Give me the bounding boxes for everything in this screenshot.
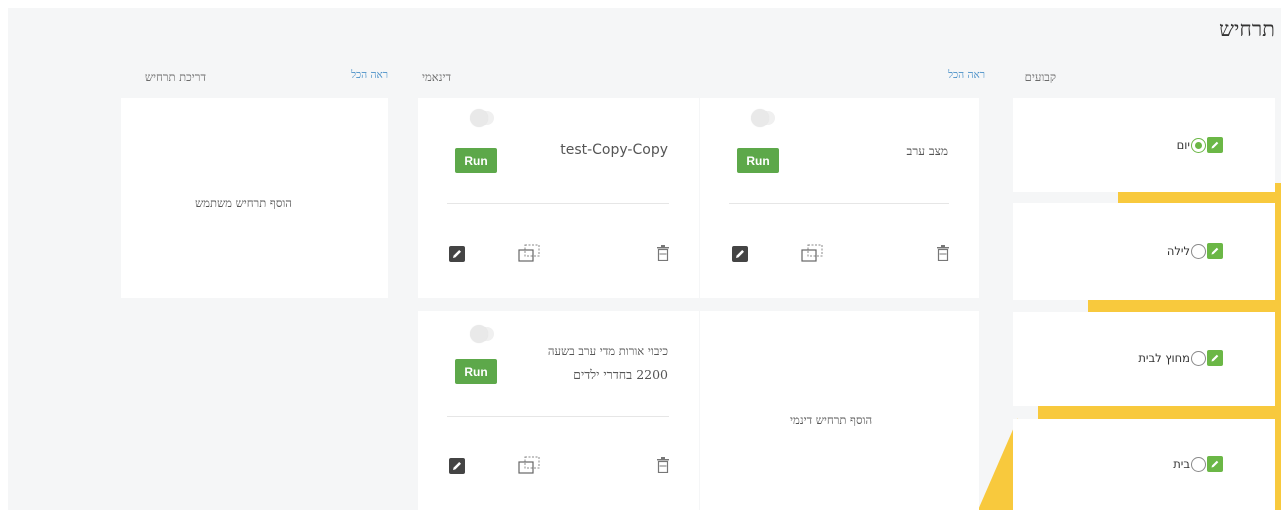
card-divider: [729, 203, 949, 204]
fixed-scene-row-home: בית: [1173, 456, 1223, 472]
fixed-scene-card-home[interactable]: בית: [1013, 419, 1275, 510]
fixed-scene-row-away: מחוץ לבית: [1138, 350, 1223, 366]
scene-name: test-Copy-Copy: [560, 142, 668, 158]
trash-icon[interactable]: [654, 456, 672, 474]
dynamic-scene-card-evening: Run מצב ערב: [700, 98, 979, 298]
fixed-scene-card-night[interactable]: לילה: [1013, 203, 1275, 300]
duplicate-icon[interactable]: [518, 455, 542, 475]
scene-name-line2: 2200 בחדרי ילדים: [573, 367, 668, 382]
radio-icon[interactable]: [1191, 456, 1206, 472]
see-all-link-dynamic[interactable]: ראה הכל: [351, 69, 388, 81]
edit-pencil-icon[interactable]: [731, 245, 749, 263]
run-button[interactable]: Run: [737, 148, 779, 173]
duplicate-icon[interactable]: [801, 243, 825, 263]
duplicate-icon[interactable]: [518, 243, 542, 263]
card-divider: [447, 203, 669, 204]
yellow-accent-stripe-1: [1118, 192, 1278, 203]
yellow-accent-triangle: [978, 418, 1018, 510]
edit-pencil-icon[interactable]: [1207, 243, 1223, 259]
trash-icon[interactable]: [934, 244, 952, 262]
fixed-scene-card-away[interactable]: מחוץ לבית: [1013, 312, 1275, 406]
scenes-page: תרחיש קבועים ראה הכל דינאמי ראה הכל דריכ…: [8, 8, 1281, 510]
trash-icon[interactable]: [654, 244, 672, 262]
scene-toggle[interactable]: [470, 109, 494, 127]
page-title: תרחיש: [1219, 17, 1275, 41]
edit-pencil-icon[interactable]: [1207, 137, 1223, 153]
scene-name: מצב ערב: [906, 144, 948, 158]
fixed-scene-label: בית: [1173, 457, 1190, 471]
see-all-link-fixed[interactable]: ראה הכל: [948, 69, 985, 81]
yellow-accent-stripe-3: [1038, 406, 1278, 419]
fixed-scene-card-day[interactable]: יום: [1013, 98, 1275, 192]
section-label-rating: דריכת תרחיש: [144, 70, 206, 84]
scene-toggle[interactable]: [751, 109, 775, 127]
edit-pencil-icon[interactable]: [1207, 350, 1223, 366]
fixed-scene-label: לילה: [1166, 244, 1190, 258]
radio-icon[interactable]: [1191, 243, 1206, 259]
dynamic-scene-card-lights-off: Run כיבוי אורות מדי ערב בשעה 2200 בחדרי …: [418, 311, 699, 510]
scene-toggle[interactable]: [470, 325, 494, 343]
fixed-scene-label: מחוץ לבית: [1138, 351, 1190, 365]
radio-icon[interactable]: [1191, 350, 1206, 366]
radio-icon[interactable]: [1191, 137, 1206, 153]
yellow-accent-stripe-2: [1088, 300, 1278, 312]
run-button[interactable]: Run: [455, 359, 497, 384]
edit-pencil-icon[interactable]: [1207, 456, 1223, 472]
edit-pencil-icon[interactable]: [448, 245, 466, 263]
yellow-accent-right: [1275, 183, 1281, 510]
add-user-scene-card[interactable]: הוסף תרחיש משתמש: [121, 98, 388, 298]
fixed-scene-row-day: יום: [1177, 137, 1223, 153]
run-button[interactable]: Run: [455, 148, 497, 173]
fixed-scene-row-night: לילה: [1167, 243, 1223, 259]
fixed-scene-label: יום: [1176, 138, 1190, 152]
section-label-fixed: קבועים: [1024, 70, 1056, 84]
dynamic-scene-card-test: Run test-Copy-Copy: [418, 98, 699, 298]
card-divider: [447, 416, 669, 417]
add-user-scene-label: הוסף תרחיש משתמש: [195, 196, 292, 210]
edit-pencil-icon[interactable]: [448, 457, 466, 475]
add-dynamic-scene-card[interactable]: הוסף תרחיש דינמי: [700, 311, 979, 510]
add-dynamic-scene-label: הוסף תרחיש דינמי: [790, 413, 873, 427]
section-label-dynamic: דינאמי: [421, 70, 451, 84]
scene-name-line1: כיבוי אורות מדי ערב בשעה: [547, 344, 668, 358]
